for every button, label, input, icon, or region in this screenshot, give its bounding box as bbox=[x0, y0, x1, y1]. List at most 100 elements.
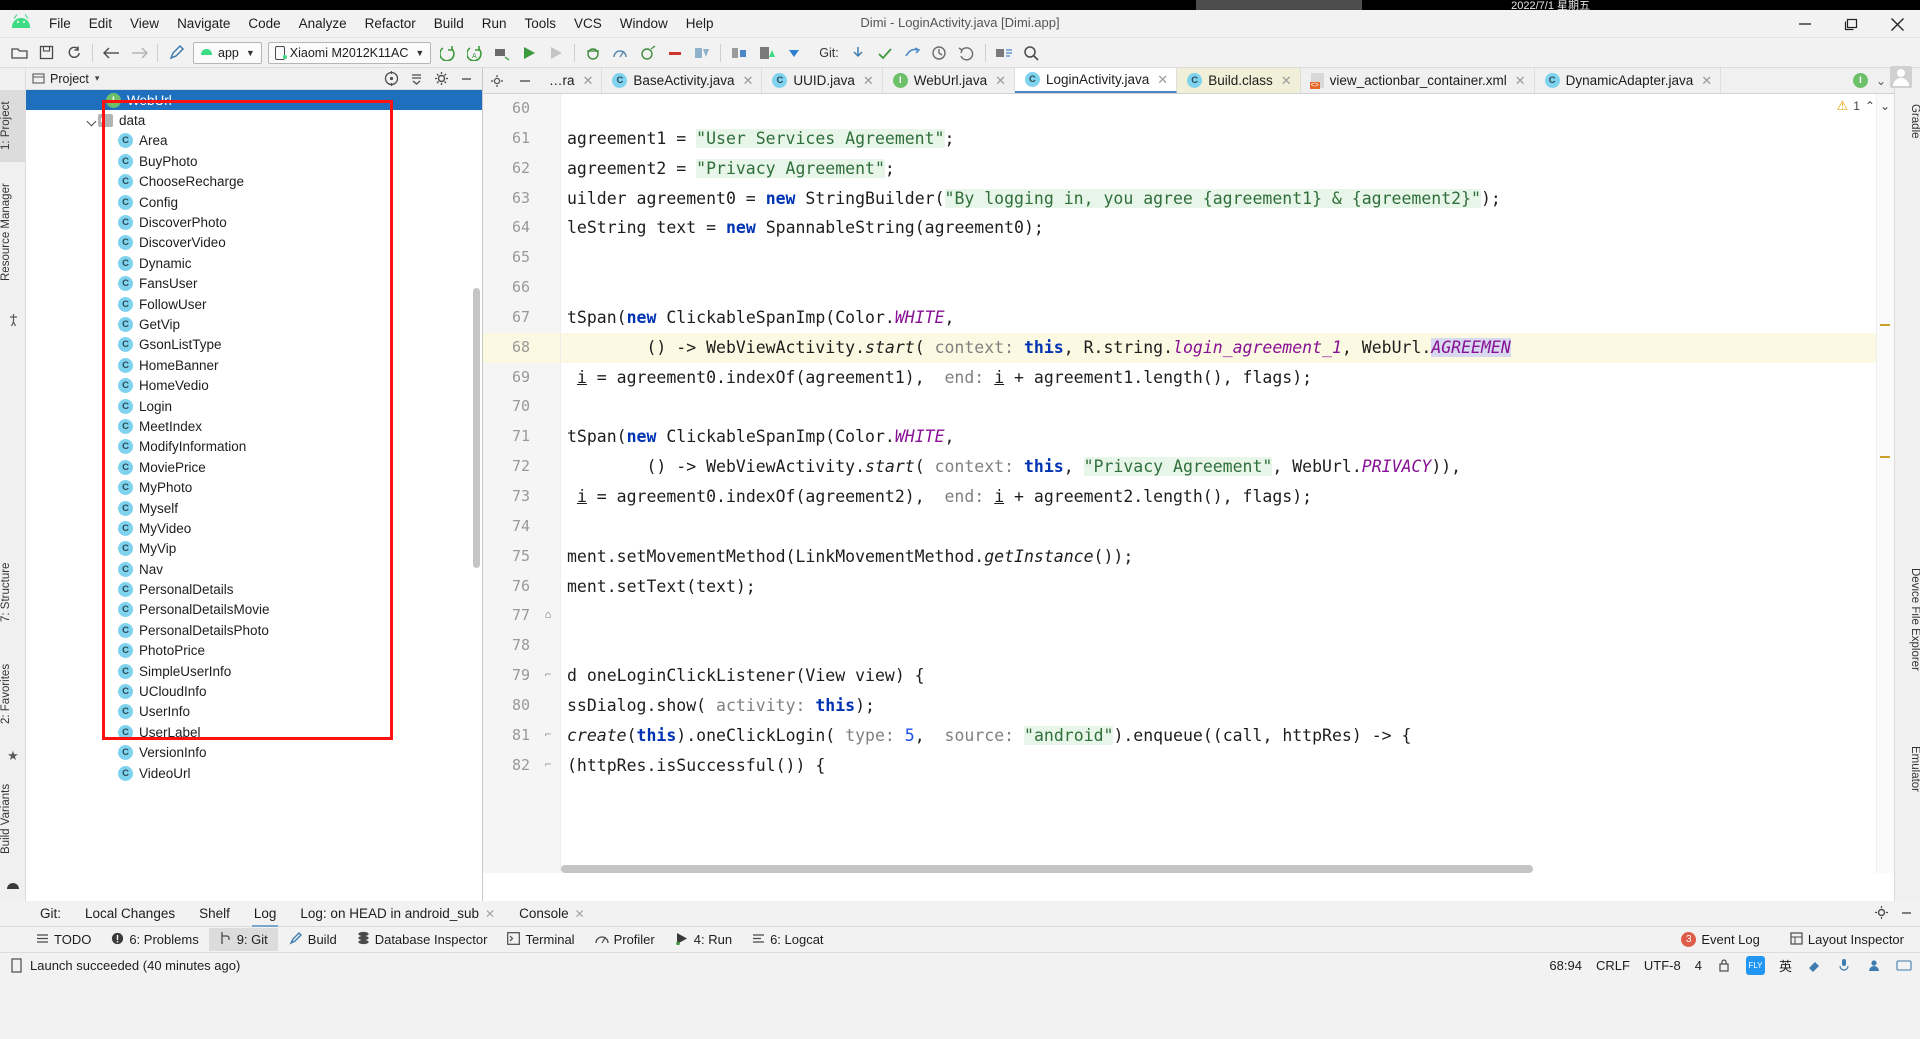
tool-window-button[interactable]: 9: Git bbox=[208, 928, 278, 951]
line-number[interactable]: 69 bbox=[483, 363, 560, 393]
tree-row[interactable]: C PhotoPrice bbox=[26, 641, 482, 661]
tree-row[interactable]: C HomeBanner bbox=[26, 355, 482, 375]
line-number[interactable]: 71 bbox=[483, 422, 560, 452]
git-tab[interactable]: Log: on HEAD in android_sub ✕ bbox=[288, 904, 507, 923]
microphone-icon[interactable] bbox=[1836, 957, 1852, 973]
locate-icon[interactable] bbox=[383, 71, 399, 87]
push-icon[interactable] bbox=[900, 41, 925, 65]
tool-window-button[interactable]: Build bbox=[278, 928, 347, 951]
chevron-down-icon-tree[interactable] bbox=[86, 115, 98, 127]
tree-row[interactable]: data bbox=[26, 110, 482, 130]
inspection-widget[interactable]: ⚠ 1 ⌃ ⌄ bbox=[1837, 94, 1894, 118]
code-editor[interactable]: 60 61 62 63 64 65 66 67 68 69 70 71 72 73 74 75 76 77 ⌂ 78 7… bbox=[483, 94, 1894, 873]
tree-row[interactable]: C FollowUser bbox=[26, 294, 482, 314]
code-fold-icon[interactable]: ⌐ bbox=[542, 728, 554, 741]
star-icon[interactable]: ★ bbox=[5, 748, 21, 764]
line-number[interactable]: 64 bbox=[483, 213, 560, 243]
run-app-icon[interactable] bbox=[516, 41, 541, 65]
sidebar-item-structure[interactable]: 7: Structure bbox=[0, 548, 26, 636]
menu-help[interactable]: Help bbox=[677, 12, 723, 35]
menu-refactor[interactable]: Refactor bbox=[356, 12, 425, 35]
tree-row[interactable]: C PersonalDetailsPhoto bbox=[26, 620, 482, 640]
tree-row[interactable]: C ChooseRecharge bbox=[26, 172, 482, 192]
editor-tabs-hide-icon[interactable] bbox=[511, 68, 539, 93]
code-line[interactable]: ment.setText(text); bbox=[561, 572, 1894, 602]
code-line[interactable]: () -> WebViewActivity.start( context: th… bbox=[561, 452, 1894, 482]
tool-window-button[interactable]: 3 Event Log bbox=[1671, 929, 1770, 950]
coverage-icon[interactable] bbox=[689, 41, 714, 65]
editor-tab[interactable]: C LoginActivity.java ✕ bbox=[1014, 68, 1178, 93]
update-project-icon[interactable] bbox=[846, 41, 871, 65]
code-line[interactable]: create(this).oneClickLogin( type: 5, sou… bbox=[561, 721, 1894, 751]
git-tool-window-tabs[interactable]: Git: Local Changes Shelf Log Log: on HEAD in… bbox=[0, 901, 1920, 927]
menu-navigate[interactable]: Navigate bbox=[168, 12, 239, 35]
collapse-all-icon[interactable] bbox=[408, 71, 424, 87]
tree-row[interactable]: C MyVip bbox=[26, 539, 482, 559]
tree-row[interactable]: C MoviePrice bbox=[26, 457, 482, 477]
editor-tab[interactable]: I WebUrl.java ✕ bbox=[883, 68, 1015, 93]
code-line[interactable]: leString text = new SpannableString(agre… bbox=[561, 213, 1894, 243]
code-line[interactable]: i = agreement0.indexOf(agreement1), end:… bbox=[561, 363, 1894, 393]
tree-row[interactable]: C GetVip bbox=[26, 314, 482, 334]
code-line[interactable]: ment.setMovementMethod(LinkMovementMetho… bbox=[561, 542, 1894, 572]
sidebar-item-build-variants[interactable]: Build Variants bbox=[0, 768, 26, 870]
tool-window-button[interactable]: Database Inspector bbox=[347, 928, 498, 951]
line-number[interactable]: 79 ⌐ bbox=[483, 661, 560, 691]
code-line[interactable] bbox=[561, 94, 1894, 124]
code-line[interactable]: tSpan(new ClickableSpanImp(Color.WHITE, bbox=[561, 422, 1894, 452]
rollback-icon[interactable] bbox=[954, 41, 979, 65]
tree-row[interactable]: C UserInfo bbox=[26, 702, 482, 722]
tree-row[interactable]: C VideoUrl bbox=[26, 763, 482, 783]
file-encoding[interactable]: UTF-8 bbox=[1644, 958, 1681, 973]
settings-gear-icon-bottom[interactable] bbox=[1874, 905, 1889, 923]
git-tab[interactable]: Git: bbox=[28, 904, 73, 923]
close-tab-icon[interactable]: ✕ bbox=[1281, 73, 1292, 89]
git-tab[interactable]: Log bbox=[242, 904, 289, 927]
menu-code[interactable]: Code bbox=[239, 12, 289, 35]
line-number-gutter[interactable]: 60 61 62 63 64 65 66 67 68 69 70 71 72 73 74 75 76 77 ⌂ 78 7… bbox=[483, 94, 561, 873]
open-folder-icon[interactable] bbox=[7, 41, 32, 65]
select-in-project-icon[interactable] bbox=[992, 41, 1017, 65]
code-line[interactable]: (httpRes.isSuccessful()) { bbox=[561, 751, 1894, 781]
git-tab[interactable]: Console ✕ bbox=[507, 904, 597, 923]
line-number[interactable]: 61 bbox=[483, 124, 560, 154]
inspection-mark[interactable] bbox=[1880, 324, 1890, 326]
maximize-icon[interactable] bbox=[1828, 10, 1874, 38]
tree-row[interactable]: C MeetIndex bbox=[26, 416, 482, 436]
sidebar-item-resource-manager[interactable]: Resource Manager bbox=[0, 170, 26, 294]
code-line[interactable]: () -> WebViewActivity.start( context: th… bbox=[561, 332, 1894, 363]
code-fold-icon[interactable]: ⌐ bbox=[542, 758, 554, 771]
close-tab-icon[interactable]: ✕ bbox=[995, 73, 1006, 89]
chevron-down-icon-project[interactable]: ▾ bbox=[95, 73, 100, 84]
line-number[interactable]: 67 bbox=[483, 303, 560, 333]
tool-window-button[interactable]: TODO bbox=[26, 929, 101, 951]
code-content[interactable]: agreement1 = "User Services Agreement"; a… bbox=[561, 94, 1894, 873]
code-line[interactable] bbox=[561, 273, 1894, 303]
minimize-icon[interactable] bbox=[1782, 10, 1828, 38]
project-scrollbar[interactable] bbox=[473, 198, 480, 858]
line-number[interactable]: 78 bbox=[483, 631, 560, 661]
tree-row[interactable]: C Nav bbox=[26, 559, 482, 579]
line-number[interactable]: 70 bbox=[483, 392, 560, 422]
menu-view[interactable]: View bbox=[121, 12, 168, 35]
device-selector[interactable]: Xiaomi M2012K11AC ▼ bbox=[267, 41, 432, 64]
module-selector[interactable]: app ▼ bbox=[193, 41, 262, 64]
tool-window-button[interactable]: 4: Run bbox=[665, 929, 742, 951]
ime-tools-icon[interactable] bbox=[1806, 957, 1822, 973]
tree-row[interactable]: C FansUser bbox=[26, 274, 482, 294]
build-hammer-icon[interactable] bbox=[164, 41, 189, 65]
close-tab-icon[interactable]: ✕ bbox=[575, 907, 585, 921]
line-number[interactable]: 80 bbox=[483, 691, 560, 721]
tool-window-button[interactable]: Terminal bbox=[497, 929, 584, 951]
menu-edit[interactable]: Edit bbox=[80, 12, 121, 35]
menu-run[interactable]: Run bbox=[473, 12, 516, 35]
line-number[interactable]: 65 bbox=[483, 243, 560, 273]
debug-icon[interactable] bbox=[543, 41, 568, 65]
sidebar-item-gradle[interactable]: Gradle bbox=[1895, 90, 1920, 152]
ime-language-indicator[interactable]: 英 bbox=[1779, 956, 1792, 975]
keyboard-icon[interactable] bbox=[1896, 957, 1912, 973]
tree-row[interactable]: C DiscoverPhoto bbox=[26, 212, 482, 232]
tree-row[interactable]: C UserLabel bbox=[26, 722, 482, 742]
line-number[interactable]: 74 bbox=[483, 512, 560, 542]
avatar[interactable] bbox=[1890, 66, 1912, 88]
